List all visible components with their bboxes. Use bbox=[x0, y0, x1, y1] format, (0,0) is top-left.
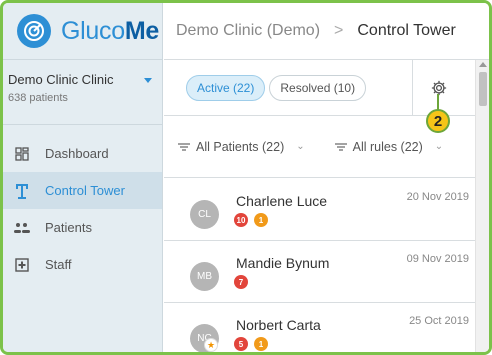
clinic-patient-count: 638 patients bbox=[8, 92, 68, 104]
sidebar-item-label: Control Tower bbox=[45, 183, 125, 198]
alert-date: 25 Oct 2019 bbox=[409, 315, 469, 327]
orange-alert-badge: 1 bbox=[254, 213, 268, 227]
alert-date: 20 Nov 2019 bbox=[406, 191, 469, 203]
brand-name: GlucoMe bbox=[61, 16, 159, 45]
breadcrumb-current: Control Tower bbox=[357, 22, 456, 39]
patients-icon bbox=[13, 219, 31, 237]
filter-bar: All Patients (22) ⌄ All rules (22) ⌄ bbox=[164, 116, 489, 178]
alert-badges: 5 1 bbox=[234, 337, 274, 351]
patient-list: CL Charlene Luce 20 Nov 2019 10 1 MB Man… bbox=[164, 179, 475, 352]
sidebar-item-dashboard[interactable]: Dashboard bbox=[3, 135, 162, 172]
app-frame: GlucoMe Demo Clinic Clinic 638 patients … bbox=[0, 0, 492, 355]
red-alert-badge: 7 bbox=[234, 275, 248, 289]
tower-icon bbox=[13, 182, 31, 200]
alert-badges: 7 bbox=[234, 275, 254, 289]
avatar: MB bbox=[190, 262, 219, 291]
scrollbar[interactable] bbox=[475, 60, 489, 352]
rules-filter-label: All rules (22) bbox=[352, 139, 423, 154]
scrollbar-thumb[interactable] bbox=[479, 72, 487, 106]
sidebar-item-label: Staff bbox=[45, 257, 72, 272]
main-panel: Demo Clinic (Demo) > Control Tower Activ… bbox=[164, 3, 489, 352]
callout-connector bbox=[437, 94, 439, 110]
logo[interactable]: GlucoMe bbox=[3, 3, 162, 60]
patient-name: Norbert Carta bbox=[236, 317, 321, 333]
sidebar-item-label: Patients bbox=[45, 220, 92, 235]
star-icon: ★ bbox=[204, 338, 218, 352]
tab-resolved[interactable]: Resolved (10) bbox=[269, 74, 367, 101]
patients-filter-label: All Patients (22) bbox=[196, 139, 285, 154]
sidebar-item-patients[interactable]: Patients bbox=[3, 209, 162, 246]
sidebar-nav: Dashboard Control Tower Patients Staff bbox=[3, 125, 162, 283]
caret-down-icon[interactable] bbox=[144, 78, 152, 83]
chevron-down-icon: ⌄ bbox=[434, 141, 444, 152]
patient-name: Mandie Bynum bbox=[236, 255, 330, 271]
tab-active[interactable]: Active (22) bbox=[186, 74, 266, 101]
orange-alert-badge: 1 bbox=[254, 337, 268, 351]
rules-filter[interactable]: All rules (22) ⌄ bbox=[334, 139, 444, 154]
chevron-down-icon: ⌄ bbox=[296, 141, 305, 152]
red-alert-badge: 10 bbox=[234, 213, 248, 227]
patient-name: Charlene Luce bbox=[236, 193, 328, 209]
patients-filter[interactable]: All Patients (22) ⌄ bbox=[178, 140, 305, 154]
filter-icon bbox=[334, 142, 347, 151]
sidebar-item-label: Dashboard bbox=[45, 146, 109, 161]
dashboard-icon bbox=[13, 145, 31, 163]
avatar: CL bbox=[190, 200, 219, 229]
alert-badges: 10 1 bbox=[234, 213, 274, 227]
breadcrumb-separator: > bbox=[334, 22, 344, 39]
breadcrumb-parent[interactable]: Demo Clinic (Demo) bbox=[176, 22, 320, 40]
staff-icon bbox=[13, 256, 31, 274]
breadcrumb: Demo Clinic (Demo) > Control Tower bbox=[164, 3, 489, 60]
sidebar: GlucoMe Demo Clinic Clinic 638 patients … bbox=[3, 3, 163, 352]
patient-row[interactable]: CL Charlene Luce 20 Nov 2019 10 1 bbox=[164, 179, 475, 241]
sidebar-item-staff[interactable]: Staff bbox=[3, 246, 162, 283]
red-alert-badge: 5 bbox=[234, 337, 248, 351]
clinic-selector[interactable]: Demo Clinic Clinic 638 patients bbox=[3, 60, 162, 125]
filter-icon bbox=[178, 142, 190, 151]
glucome-logo-icon bbox=[17, 14, 51, 48]
alert-date: 09 Nov 2019 bbox=[406, 253, 469, 265]
scroll-up-icon[interactable] bbox=[479, 62, 487, 67]
patient-row[interactable]: MB Mandie Bynum 09 Nov 2019 7 bbox=[164, 241, 475, 303]
status-tabs: Active (22) Resolved (10) bbox=[164, 60, 489, 116]
patient-row[interactable]: NC ★ Norbert Carta 25 Oct 2019 5 1 bbox=[164, 303, 475, 352]
clinic-name: Demo Clinic Clinic bbox=[8, 72, 114, 87]
sidebar-item-control-tower[interactable]: Control Tower bbox=[3, 172, 162, 209]
